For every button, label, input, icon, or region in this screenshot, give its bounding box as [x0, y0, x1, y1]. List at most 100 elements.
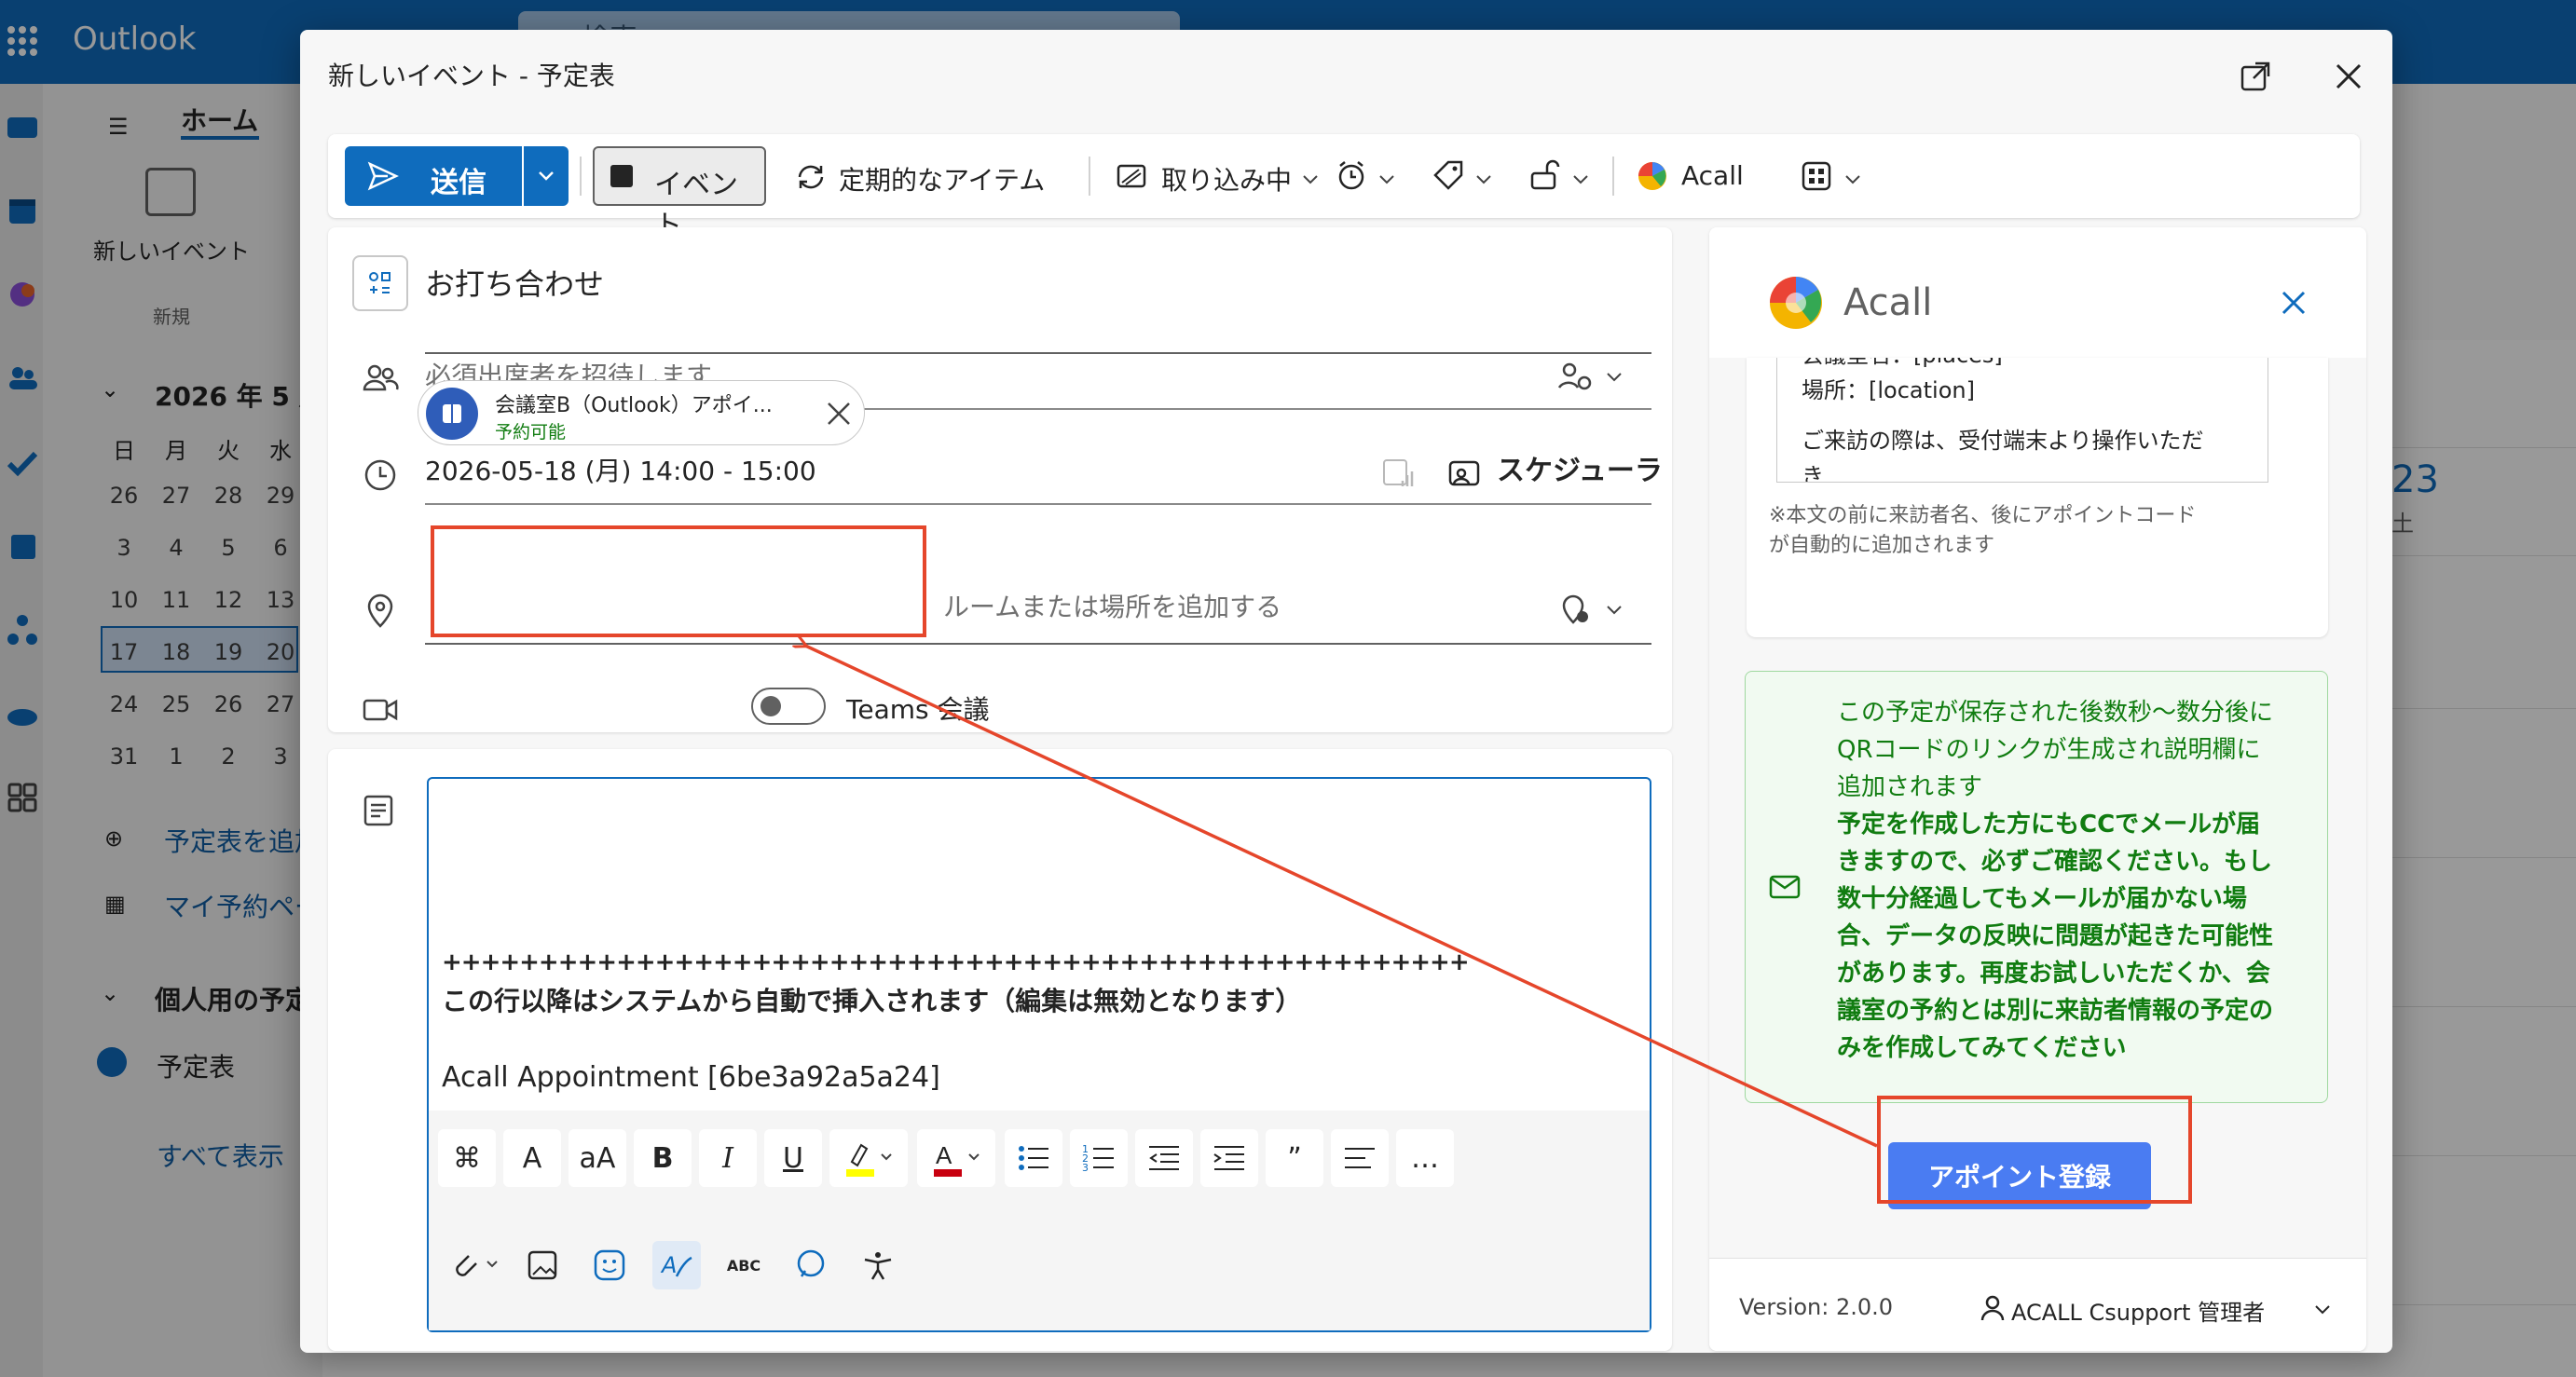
- busy-icon: [1117, 164, 1146, 188]
- chevron-down-icon: [1607, 606, 1622, 615]
- send-button[interactable]: 送信: [345, 146, 522, 206]
- chevron-down-icon: [1379, 175, 1394, 184]
- emoji-icon[interactable]: [585, 1241, 634, 1289]
- underline-icon[interactable]: U: [764, 1129, 822, 1187]
- reminder-icon[interactable]: [1335, 158, 1368, 192]
- category-icon[interactable]: [352, 255, 408, 311]
- close-icon[interactable]: [2330, 58, 2367, 95]
- chevron-down-icon: [1845, 175, 1860, 184]
- mini-calendar-day[interactable]: 26: [101, 483, 147, 509]
- recurring-button[interactable]: 定期的なアイテム: [839, 160, 1045, 198]
- body-editor[interactable]: ++++++++++++++++++++++++++++++++++++++++…: [427, 777, 1651, 1332]
- acall-footer: Version: 2.0.0 ACALL Csupport 管理者: [1709, 1258, 2366, 1351]
- teams-toggle[interactable]: [751, 688, 826, 725]
- numbering-icon[interactable]: 123: [1070, 1129, 1128, 1187]
- chevron-down-icon: [1303, 175, 1318, 184]
- acall-logo-icon[interactable]: [1637, 160, 1668, 192]
- room-finder-icon[interactable]: [1556, 591, 1594, 628]
- lock-open-icon[interactable]: [1528, 157, 1562, 192]
- version-label: Version: 2.0.0: [1739, 1294, 1894, 1320]
- chevron-down-icon: [539, 171, 554, 181]
- mini-calendar-day[interactable]: 27: [153, 483, 199, 509]
- mini-calendar-day[interactable]: 18: [153, 639, 199, 665]
- mini-calendar-day[interactable]: 24: [101, 691, 147, 717]
- chevron-down-icon[interactable]: [2313, 1300, 2332, 1318]
- mini-calendar-day[interactable]: 2: [205, 743, 252, 770]
- mini-calendar-day[interactable]: 26: [205, 691, 252, 717]
- datetime-field[interactable]: 2026-05-18 (月) 14:00 - 15:00: [425, 451, 816, 488]
- editor-icon[interactable]: A: [652, 1241, 701, 1289]
- mini-calendar-day[interactable]: 5: [205, 535, 252, 561]
- more-options-icon[interactable]: …: [1396, 1129, 1454, 1187]
- close-icon[interactable]: [2278, 287, 2309, 319]
- acall-title: Acall: [1843, 281, 1933, 324]
- user-menu[interactable]: ACALL Csupport 管理者: [2011, 1294, 2265, 1327]
- mini-calendar-day[interactable]: 19: [205, 639, 252, 665]
- mini-calendar-day[interactable]: 28: [205, 483, 252, 509]
- send-options-button[interactable]: [524, 146, 569, 206]
- event-title-input[interactable]: お打ち合わせ: [425, 261, 604, 304]
- body-appointment-line: Acall Appointment [6be3a92a5a24]: [442, 1061, 940, 1094]
- mini-calendar-day[interactable]: 20: [257, 639, 304, 665]
- scheduler-icon[interactable]: [1446, 455, 1484, 492]
- tag-icon[interactable]: [1432, 158, 1465, 192]
- body-content[interactable]: ++++++++++++++++++++++++++++++++++++++++…: [442, 943, 1470, 1098]
- mini-calendar-day[interactable]: 6: [257, 535, 304, 561]
- info-text-normal: この予定が保存された後数秒〜数分後に QRコードのリンクが生成され説明欄に 追加…: [1837, 699, 2274, 801]
- acall-addin-button[interactable]: Acall: [1681, 160, 1744, 191]
- decrease-indent-icon[interactable]: [1135, 1129, 1193, 1187]
- loop-icon[interactable]: [787, 1241, 835, 1289]
- attach-icon[interactable]: [444, 1241, 509, 1289]
- event-type-button[interactable]: イベント: [593, 146, 766, 242]
- align-icon[interactable]: [1331, 1129, 1389, 1187]
- mini-calendar-day[interactable]: 1: [153, 743, 199, 770]
- quote-icon[interactable]: ”: [1266, 1129, 1323, 1187]
- description-note: ※本文の前に来訪者名、後にアポイントコード が自動的に追加されます: [1769, 504, 2197, 557]
- mini-calendar-day[interactable]: 10: [101, 587, 147, 613]
- room-icon: [426, 388, 478, 440]
- mini-calendar-day[interactable]: 4: [153, 535, 199, 561]
- bullets-icon[interactable]: [1005, 1129, 1062, 1187]
- format-painter-icon[interactable]: ⌘: [438, 1129, 496, 1187]
- image-icon[interactable]: [518, 1241, 567, 1289]
- event-toolbar: 送信 イベント 定期的なアイテム 取り込み中 Acall: [328, 134, 2360, 242]
- increase-indent-icon[interactable]: [1200, 1129, 1258, 1187]
- mini-calendar-day[interactable]: 3: [101, 535, 147, 561]
- mini-calendar-day[interactable]: 11: [153, 587, 199, 613]
- mini-calendar-day[interactable]: 29: [257, 483, 304, 509]
- location-input[interactable]: ルームまたは場所を追加する: [943, 587, 1281, 624]
- description-template-box[interactable]: 会議室名：[places] 場所：[location] ご来訪の際は、受付端末よ…: [1776, 358, 2268, 483]
- mini-calendar-day[interactable]: 17: [101, 639, 147, 665]
- send-label: 送信: [431, 167, 486, 199]
- mini-calendar-day[interactable]: 25: [153, 691, 199, 717]
- mini-calendar-day[interactable]: 13: [257, 587, 304, 613]
- response-options-icon[interactable]: [1556, 358, 1594, 395]
- room-chip[interactable]: 会議室B（Outlook）アポイ... 予約可能: [418, 380, 865, 445]
- mini-calendar-day[interactable]: 3: [257, 743, 304, 770]
- highlight-icon[interactable]: [829, 1129, 908, 1187]
- notes-icon: [363, 795, 393, 826]
- spelling-icon[interactable]: ABC: [719, 1241, 768, 1289]
- mini-calendar-day[interactable]: 31: [101, 743, 147, 770]
- scheduler-button[interactable]: スケジューラ: [1497, 447, 1663, 488]
- italic-icon[interactable]: I: [699, 1129, 757, 1187]
- svg-text:3: 3: [1082, 1162, 1089, 1174]
- apps-icon[interactable]: [1801, 160, 1832, 192]
- mini-calendar-day[interactable]: 27: [257, 691, 304, 717]
- mini-calendar-day[interactable]: 12: [205, 587, 252, 613]
- popout-icon[interactable]: [2237, 58, 2274, 95]
- chevron-down-icon: [1476, 175, 1491, 184]
- info-text-bold: 予定を作成した方にもCCでメールが届 きますので、必ずご確認ください。もし 数十…: [1837, 811, 2274, 1062]
- font-size-icon[interactable]: aA: [569, 1129, 626, 1187]
- availability-icon[interactable]: [1381, 457, 1417, 492]
- show-as-button[interactable]: 取り込み中: [1161, 160, 1292, 198]
- acall-header: Acall: [1709, 227, 2366, 358]
- description-template-text: 会議室名：[places] 場所：[location] ご来訪の際は、受付端末よ…: [1802, 358, 2204, 483]
- remove-room-icon[interactable]: [825, 400, 853, 428]
- info-message: この予定が保存された後数秒〜数分後に QRコードのリンクが生成され説明欄に 追加…: [1745, 671, 2328, 1103]
- font-color-icon[interactable]: A: [917, 1129, 995, 1187]
- bold-icon[interactable]: B: [634, 1129, 692, 1187]
- font-icon[interactable]: A: [503, 1129, 561, 1187]
- accessibility-icon[interactable]: [854, 1241, 902, 1289]
- description-card: 会議室名：[places] 場所：[location] ご来訪の際は、受付端末よ…: [1747, 358, 2328, 637]
